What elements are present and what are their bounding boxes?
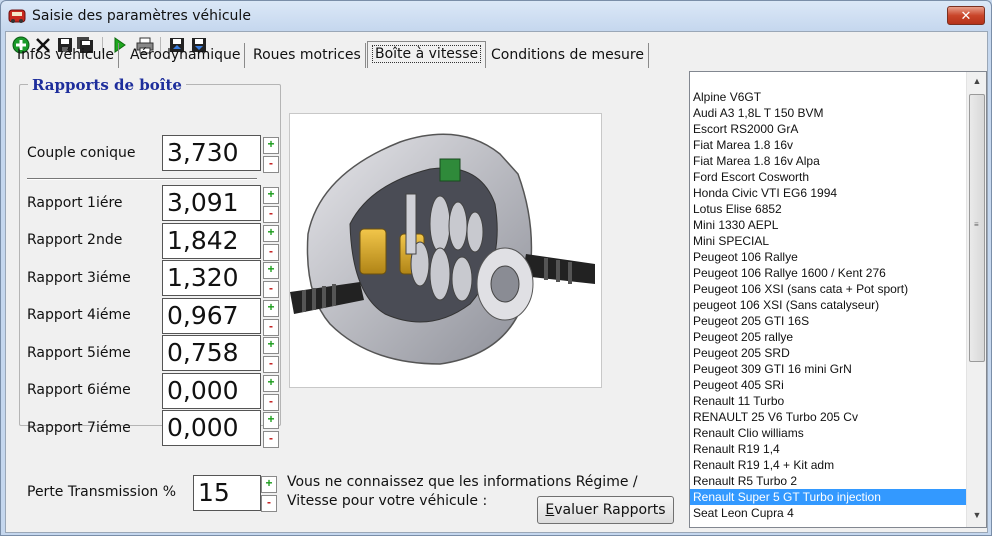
list-item[interactable]: Honda Civic VTI EG6 1994 [690,185,966,201]
list-item[interactable]: Lotus Elise 6852 [690,201,966,217]
list-item[interactable]: Peugeot 106 Rallye 1600 / Kent 276 [690,265,966,281]
evaluate-ratios-label: valuer Rapports [554,502,666,518]
gearbox-cutaway-picture [290,133,595,365]
increment-button[interactable]: + [263,225,279,242]
ratio-5-label: Rapport 5iéme [27,345,131,361]
list-item[interactable]: Peugeot 205 GTI 16S [690,313,966,329]
decrement-button[interactable]: - [263,244,279,261]
tab-roues-motrices[interactable]: Roues motrices [249,43,366,68]
tab-aerodynamique[interactable]: Aérodynamique [126,43,246,68]
tab-conditions-de-mesure[interactable]: Conditions de mesure [487,43,649,68]
main-window: Saisie des paramètres véhicule ✕ Infos v… [0,0,992,536]
ratio-1-label: Rapport 1iére [27,195,123,211]
group-title: Rapports de boîte [28,76,186,94]
ratio-5-stepper[interactable]: + - [263,337,279,373]
tab-boite-a-vitesse[interactable]: Boîte à vitesse [367,41,487,68]
vehicle-list-scrollbar[interactable]: ▲ ≡ ▼ [966,72,986,527]
list-item[interactable]: Mini 1330 AEPL [690,217,966,233]
ratio-3-stepper[interactable]: + - [263,262,279,298]
scroll-up-arrow-icon[interactable]: ▲ [971,76,983,88]
list-item[interactable]: Peugeot 309 GTI 16 mini GrN [690,361,966,377]
ratio-4-input[interactable]: 0,967 [162,298,261,334]
decrement-button[interactable]: - [263,206,279,223]
ratio-2-label: Rapport 2nde [27,232,123,248]
ratio-5-input[interactable]: 0,758 [162,335,261,371]
increment-button[interactable]: + [261,476,277,493]
couple-conique-label: Couple conique [27,145,136,161]
list-item[interactable]: peugeot 106 XSI (Sans catalyseur) [690,297,966,313]
increment-button[interactable]: + [263,300,279,317]
increment-button[interactable]: + [263,412,279,429]
list-item[interactable]: Renault R19 1,4 [690,441,966,457]
ratio-1-stepper[interactable]: + - [263,187,279,223]
list-item[interactable]: Peugeot 205 SRD [690,345,966,361]
scroll-grip-icon: ≡ [974,220,979,229]
list-item[interactable]: Renault Super 5 GT Turbo injection [690,489,966,505]
list-item[interactable]: Fiat Marea 1.8 16v [690,137,966,153]
list-item[interactable]: Seat Leon Cupra 4 [690,505,966,521]
group-divider [27,178,257,180]
ratio-2-stepper[interactable]: + - [263,225,279,261]
list-item[interactable]: Peugeot 405 SRi [690,377,966,393]
tab-boite-a-vitesse-label: Boîte à vitesse [372,45,482,63]
ratio-4-stepper[interactable]: + - [263,300,279,336]
decrement-button[interactable]: - [261,495,277,512]
decrement-button[interactable]: - [263,356,279,373]
ratio-3-input[interactable]: 1,320 [162,260,261,296]
vehicle-list-items: Alpine V6GT Audi A3 1,8L T 150 BVM Escort … [690,89,966,521]
window-title: Saisie des paramètres véhicule [32,8,251,24]
ratio-7-input[interactable]: 0,000 [162,410,261,446]
list-item[interactable]: Audi A3 1,8L T 150 BVM [690,105,966,121]
decrement-button[interactable]: - [263,431,279,448]
close-button[interactable]: ✕ [947,6,985,25]
transmission-loss-label: Perte Transmission % [27,484,177,500]
increment-button[interactable]: + [263,262,279,279]
list-item[interactable]: RENAULT 25 V6 Turbo 205 Cv [690,409,966,425]
list-item[interactable]: Escort RS2000 GrA [690,121,966,137]
list-item[interactable]: Renault R5 Turbo 2 [690,473,966,489]
transmission-loss-stepper[interactable]: + - [261,476,277,512]
ratio-2-input[interactable]: 1,842 [162,223,261,259]
decrement-button[interactable]: - [263,319,279,336]
increment-button[interactable]: + [263,137,279,154]
list-item[interactable]: Mini SPECIAL [690,233,966,249]
list-item[interactable]: Renault R19 1,4 + Kit adm [690,457,966,473]
vehicle-list[interactable]: Alpine V6GT Audi A3 1,8L T 150 BVM Escort … [689,71,987,528]
ratio-4-label: Rapport 4iéme [27,307,131,323]
tab-infos-vehicule[interactable]: Infos véhicule [13,43,119,68]
tab-page-gearbox: Rapports de boîte Couple conique 3,730 +… [7,68,677,500]
ratio-3-label: Rapport 3iéme [27,270,131,286]
ratio-7-stepper[interactable]: + - [263,412,279,448]
list-item[interactable]: Peugeot 106 Rallye [690,249,966,265]
increment-button[interactable]: + [263,187,279,204]
transmission-loss-input[interactable]: 15 [193,475,261,511]
couple-conique-stepper[interactable]: + - [263,137,279,173]
ratio-6-input[interactable]: 0,000 [162,373,261,409]
ratio-1-input[interactable]: 3,091 [162,185,261,221]
evaluate-ratios-button[interactable]: Evaluer Rapports [537,496,674,524]
gearbox-image [289,113,602,388]
decrement-button[interactable]: - [263,156,279,173]
scroll-thumb[interactable]: ≡ [969,94,985,362]
decrement-button[interactable]: - [263,394,279,411]
list-item[interactable]: Alpine V6GT [690,89,966,105]
increment-button[interactable]: + [263,375,279,392]
tab-bar: Infos véhicule Aérodynamique Roues motri… [9,41,659,68]
increment-button[interactable]: + [263,337,279,354]
ratio-6-stepper[interactable]: + - [263,375,279,411]
ratio-6-label: Rapport 6iéme [27,382,131,398]
title-bar[interactable]: Saisie des paramètres véhicule ✕ [1,1,991,31]
list-item[interactable]: Ford Escort Cosworth [690,169,966,185]
list-item[interactable]: Fiat Marea 1.8 16v Alpa [690,153,966,169]
list-item[interactable]: Renault 11 Turbo [690,393,966,409]
evaluate-ratios-mnemonic: E [545,502,555,518]
list-item[interactable]: Peugeot 205 rallye [690,329,966,345]
app-car-icon [8,9,26,23]
list-item[interactable]: Renault Clio williams [690,425,966,441]
scroll-down-arrow-icon[interactable]: ▼ [971,510,983,522]
decrement-button[interactable]: - [263,281,279,298]
couple-conique-input[interactable]: 3,730 [162,135,261,171]
ratio-7-label: Rapport 7iéme [27,420,131,436]
list-item[interactable]: Peugeot 106 XSI (sans cata + Pot sport) [690,281,966,297]
